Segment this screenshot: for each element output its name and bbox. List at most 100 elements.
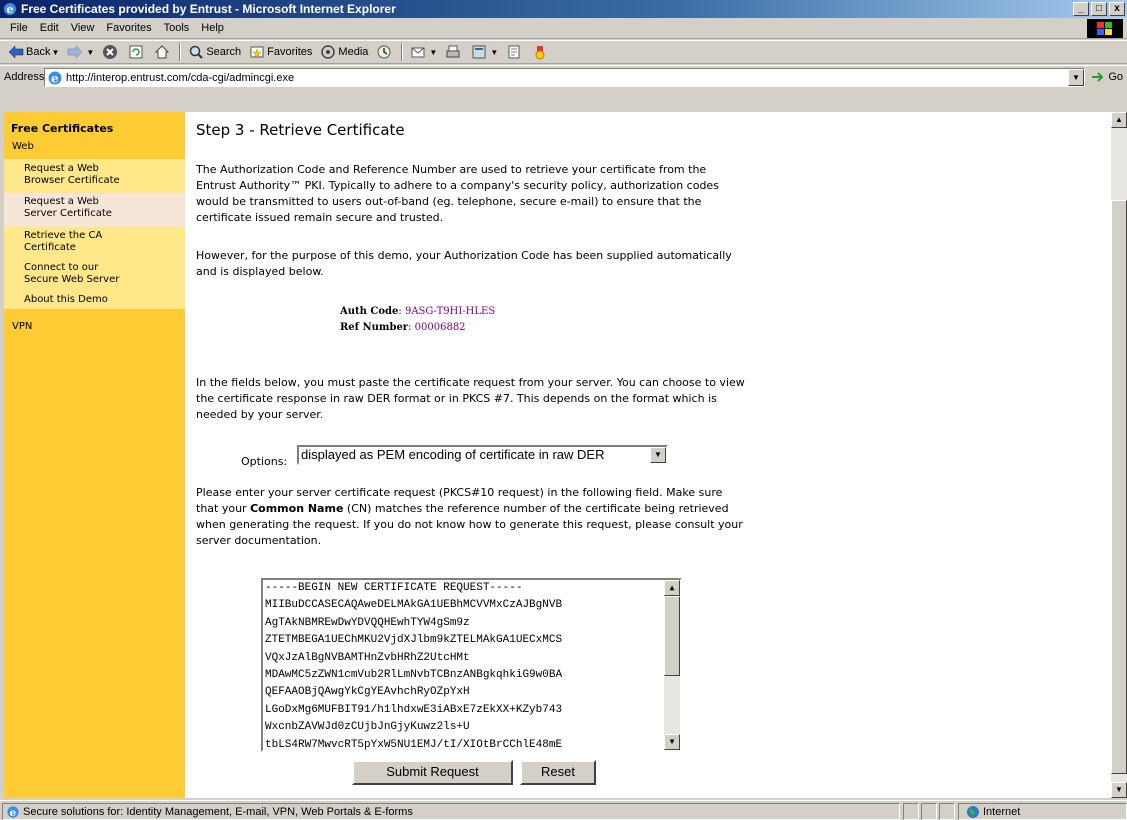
search-label: Search bbox=[206, 46, 242, 58]
menu-favorites[interactable]: Favorites bbox=[100, 22, 157, 34]
request-line: tbLS4RW7MwvcRT5pYxW5NU1EMJ/tI/XIOtBrCChl… bbox=[265, 738, 563, 751]
sidebar-item-label: Secure Web Server bbox=[24, 274, 120, 285]
mail-button[interactable]: ▼ bbox=[406, 42, 441, 62]
textarea-scrollbar[interactable]: ▲ ▼ bbox=[664, 580, 680, 750]
edit-dropdown-icon[interactable]: ▼ bbox=[490, 48, 498, 57]
links-strip bbox=[0, 89, 1127, 112]
back-dropdown-icon[interactable]: ▼ bbox=[51, 48, 59, 57]
scroll-down-icon[interactable]: ▼ bbox=[1111, 782, 1127, 798]
scroll-down-icon[interactable]: ▼ bbox=[664, 734, 680, 750]
sidebar-item-ca-cert[interactable]: Retrieve the CA Certificate bbox=[4, 227, 185, 258]
globe-icon bbox=[965, 804, 981, 820]
messenger-icon bbox=[532, 44, 548, 60]
history-button[interactable] bbox=[372, 42, 398, 62]
media-icon bbox=[320, 44, 336, 60]
options-label: Options: bbox=[241, 455, 288, 468]
maximize-button[interactable]: □ bbox=[1091, 2, 1107, 16]
sidebar-item-server-cert[interactable]: Request a Web Server Certificate bbox=[4, 193, 185, 227]
stop-button[interactable] bbox=[98, 42, 124, 62]
format-select-value: displayed as PEM encoding of certificate… bbox=[301, 447, 605, 462]
refresh-button[interactable] bbox=[124, 42, 150, 62]
certificate-request-textarea[interactable]: -----BEGIN NEW CERTIFICATE REQUEST----- … bbox=[261, 578, 682, 752]
zone-label: Internet bbox=[983, 805, 1021, 818]
submit-request-button[interactable]: Submit Request bbox=[352, 760, 513, 785]
media-label: Media bbox=[338, 46, 369, 58]
go-label: Go bbox=[1108, 71, 1123, 83]
favorites-button[interactable]: Favorites bbox=[245, 42, 316, 62]
sidebar-item-label: Retrieve the CA bbox=[24, 230, 103, 241]
scroll-up-icon[interactable]: ▲ bbox=[664, 580, 680, 596]
request-line: QEFAAOBjQAwgYkCgYEAvhchRyOZpYxH bbox=[265, 686, 470, 699]
print-button[interactable] bbox=[441, 42, 467, 62]
chevron-down-icon[interactable]: ▼ bbox=[650, 447, 666, 463]
stop-icon bbox=[102, 44, 118, 60]
address-input[interactable]: e http://interop.entrust.com/cda-cgi/adm… bbox=[44, 68, 1085, 87]
textarea-scroll-thumb[interactable] bbox=[664, 596, 680, 676]
request-line: MIIBuDCCASECAQAweDELMAkGA1UEBhMCVVMxCzAJ… bbox=[265, 599, 563, 612]
mail-dropdown-icon[interactable]: ▼ bbox=[429, 48, 437, 57]
status-text: Secure solutions for: Identity Managemen… bbox=[23, 805, 413, 818]
page-viewport: Free Certificates Web Request a Web Brow… bbox=[4, 112, 1111, 798]
forward-button[interactable]: ▼ bbox=[63, 42, 98, 62]
menu-file[interactable]: File bbox=[4, 22, 34, 34]
edit-button[interactable]: ▼ bbox=[467, 42, 502, 62]
request-line: WxcnbZAVWJd0zCUjbJnGjyKuwz2ls+U bbox=[265, 721, 470, 734]
address-label: Address bbox=[4, 71, 45, 83]
svg-text:e: e bbox=[7, 3, 14, 16]
sidebar-item-label: Certificate bbox=[24, 242, 76, 253]
windows-logo-icon bbox=[1087, 19, 1123, 38]
scroll-up-icon[interactable]: ▲ bbox=[1111, 112, 1127, 128]
status-cell bbox=[903, 803, 919, 820]
page-scroll-thumb[interactable] bbox=[1111, 200, 1127, 774]
sidebar-item-label: Request a Web bbox=[24, 163, 99, 174]
sidebar-item-secure-server[interactable]: Connect to our Secure Web Server bbox=[4, 258, 185, 292]
page-title: Step 3 - Retrieve Certificate bbox=[196, 121, 405, 139]
search-icon bbox=[188, 44, 204, 60]
menu-edit[interactable]: Edit bbox=[34, 22, 65, 34]
go-button[interactable]: Go bbox=[1090, 69, 1123, 85]
close-button[interactable]: x bbox=[1109, 2, 1125, 16]
menu-tools[interactable]: Tools bbox=[158, 22, 196, 34]
reset-button[interactable]: Reset bbox=[520, 760, 596, 785]
mail-icon bbox=[410, 44, 426, 60]
auth-code-row: Auth Code: 9ASG-T9HI-HLES bbox=[340, 306, 496, 317]
ref-number-label: Ref Number bbox=[340, 322, 409, 333]
menu-help[interactable]: Help bbox=[195, 22, 230, 34]
sidebar-item-browser-cert[interactable]: Request a Web Browser Certificate bbox=[4, 159, 185, 193]
back-button[interactable]: Back ▼ bbox=[4, 42, 63, 62]
svg-text:e: e bbox=[10, 806, 17, 818]
discuss-button[interactable] bbox=[502, 42, 528, 62]
home-icon bbox=[154, 44, 170, 60]
sidebar-item-about[interactable]: About this Demo bbox=[4, 292, 185, 309]
discuss-icon bbox=[506, 44, 522, 60]
sidebar-item-label: Server Certificate bbox=[24, 208, 112, 219]
sidebar-title[interactable]: Free Certificates bbox=[11, 122, 113, 135]
format-select[interactable]: displayed as PEM encoding of certificate… bbox=[297, 445, 668, 465]
minimize-button[interactable]: _ bbox=[1073, 2, 1089, 16]
forward-dropdown-icon[interactable]: ▼ bbox=[86, 48, 94, 57]
favorites-icon bbox=[249, 44, 265, 60]
go-arrow-icon bbox=[1090, 69, 1106, 85]
request-line: LGoDxMg6MUFBIT91/h1lhdxwE3iABxE7zEkXX+KZ… bbox=[265, 703, 563, 716]
back-arrow-icon bbox=[8, 44, 24, 60]
home-button[interactable] bbox=[150, 42, 176, 62]
sidebar-item-label: Request a Web bbox=[24, 196, 99, 207]
status-message: e Secure solutions for: Identity Managem… bbox=[2, 803, 900, 820]
sidebar-item-vpn[interactable]: VPN bbox=[12, 321, 32, 332]
search-button[interactable]: Search bbox=[184, 42, 245, 62]
auth-code-label: Auth Code bbox=[340, 306, 399, 317]
forward-arrow-icon bbox=[67, 44, 83, 60]
page-scrollbar[interactable]: ▲ ▼ bbox=[1111, 112, 1127, 798]
status-bar: e Secure solutions for: Identity Managem… bbox=[0, 800, 1127, 820]
sidebar-item-web[interactable]: Web bbox=[12, 141, 34, 152]
status-cell bbox=[921, 803, 937, 820]
sidebar-item-label: Connect to our bbox=[24, 262, 99, 273]
ref-number-row: Ref Number: 00006882 bbox=[340, 322, 466, 333]
messenger-button[interactable] bbox=[528, 42, 554, 62]
menu-view[interactable]: View bbox=[65, 22, 101, 34]
media-button[interactable]: Media bbox=[316, 42, 372, 62]
request-line: MDAwMC5zZWN1cmVub2RlLmNvbTCBnzANBgkqhkiG… bbox=[265, 669, 563, 682]
address-dropdown-icon[interactable]: ▼ bbox=[1068, 69, 1084, 86]
back-label: Back bbox=[26, 46, 51, 58]
ie-logo-icon: e bbox=[3, 2, 17, 16]
